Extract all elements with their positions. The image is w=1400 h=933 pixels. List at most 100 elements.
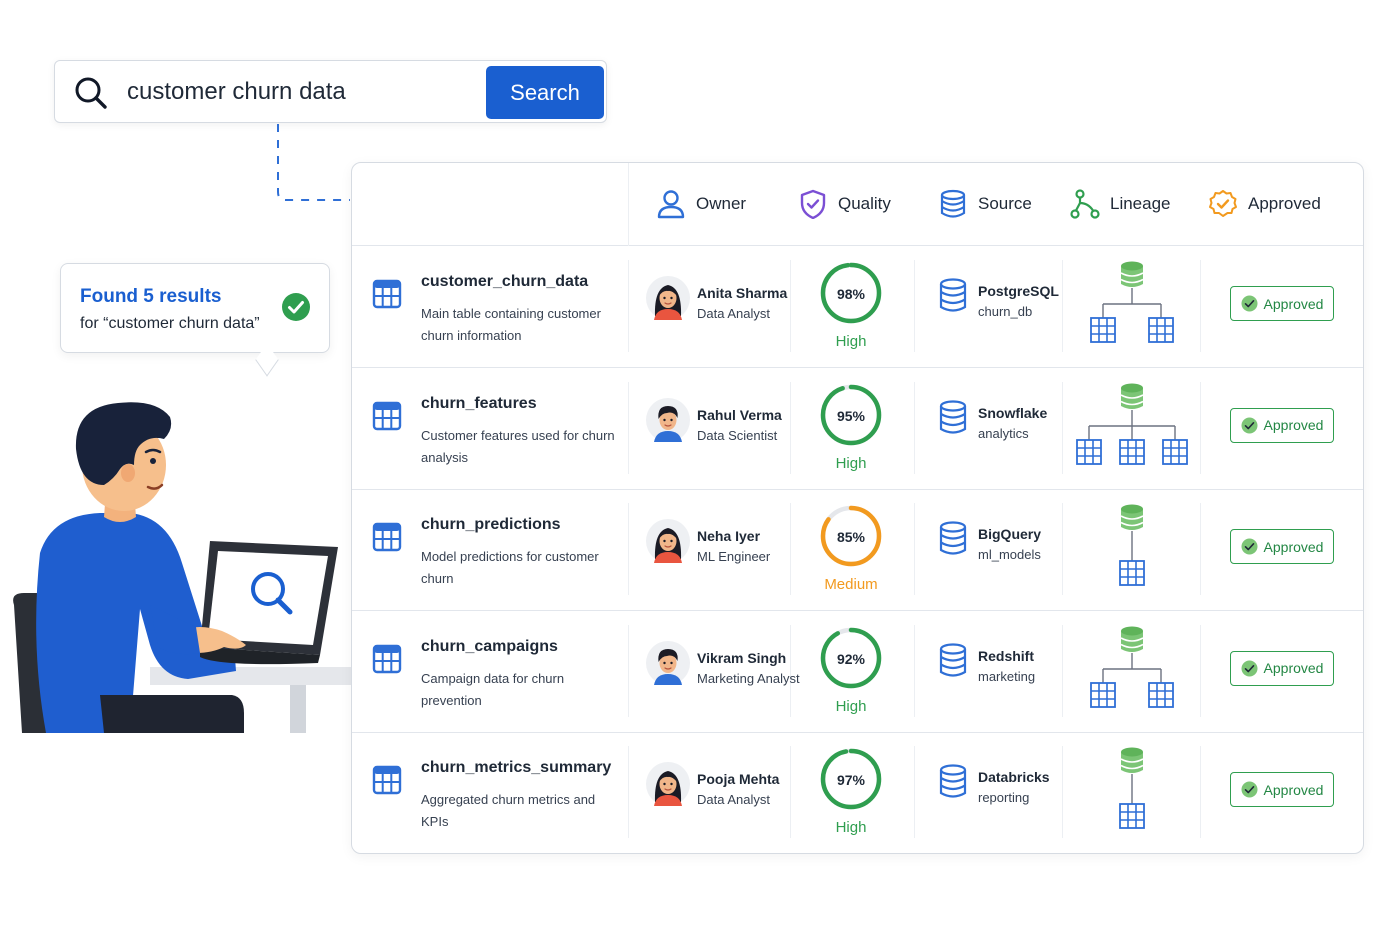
column-divider (914, 746, 915, 838)
lineage-source-node (1120, 504, 1144, 530)
quality-level: High (835, 454, 867, 472)
database-icon (940, 189, 966, 218)
column-divider (1200, 624, 1201, 717)
header-source: Source (938, 187, 1032, 221)
header-lineage: Lineage (1070, 187, 1171, 221)
owner-name: Rahul Verma (697, 406, 782, 423)
dataset-description: Customer features used for churn analysi… (421, 427, 615, 465)
column-divider (790, 503, 791, 595)
column-divider (628, 746, 629, 838)
dataset-name[interactable]: churn_campaigns (421, 638, 558, 656)
dataset-name[interactable]: customer_churn_data (421, 273, 588, 291)
results-count: Found 5 results (80, 286, 222, 307)
lineage-table-node (1162, 438, 1188, 465)
search-bar: Search (54, 60, 607, 123)
quality-level: Medium (824, 576, 878, 593)
quality-level: High (835, 333, 867, 350)
source-database: churn_db (978, 304, 1033, 319)
lineage-source-node (1120, 261, 1144, 287)
column-divider (1200, 260, 1201, 352)
dataset-description: Model predictions for customer churn (421, 549, 599, 586)
quality-percent: 85% (836, 529, 866, 545)
source-database: ml_models (978, 547, 1041, 562)
source-database: analytics (978, 425, 1029, 441)
dataset-description: Aggregated churn metrics and KPIs (421, 792, 596, 829)
column-divider (628, 503, 629, 595)
lineage-table-node (1090, 681, 1116, 708)
dataset-description: Main table containing customer churn inf… (421, 306, 601, 343)
check-circle-icon (282, 293, 310, 321)
column-divider (1200, 503, 1201, 595)
approved-label: Approved (1263, 781, 1324, 798)
lineage-diagram (1090, 261, 1174, 343)
quality-percent: 98% (836, 286, 866, 302)
dataset-description: Campaign data for churn prevention (421, 670, 565, 708)
database-icon (939, 521, 967, 555)
check-circle-icon (1241, 660, 1258, 676)
source-name: Databricks (978, 769, 1050, 785)
lineage-diagram (1119, 504, 1145, 586)
avatar (646, 397, 690, 442)
table-row[interactable]: churn_metrics_summary Aggregated churn me… (352, 732, 1363, 853)
approved-label: Approved (1263, 660, 1324, 676)
check-circle-icon (1241, 295, 1258, 312)
approved-label: Approved (1263, 417, 1324, 433)
table-row[interactable]: churn_campaigns Campaign data for churn p… (352, 611, 1363, 733)
table-row[interactable]: churn_predictions Model predictions for c… (352, 489, 1363, 611)
column-divider (1062, 624, 1063, 717)
lineage-diagram (1119, 747, 1145, 829)
approved-badge[interactable]: Approved (1230, 650, 1334, 686)
quality-percent: 92% (836, 650, 866, 667)
source-database: marketing (978, 668, 1036, 684)
table-row[interactable]: customer_churn_data Main table containing… (352, 246, 1363, 368)
quality-percent: 97% (836, 772, 866, 788)
table-icon (372, 279, 402, 309)
column-divider (1062, 503, 1063, 595)
approved-badge[interactable]: Approved (1230, 529, 1334, 564)
avatar (646, 519, 690, 563)
dataset-name[interactable]: churn_features (421, 395, 537, 413)
column-divider (1062, 746, 1063, 838)
column-divider (790, 260, 791, 352)
quality-level: High (835, 697, 867, 715)
dataset-name[interactable]: churn_predictions (421, 516, 561, 534)
table-icon (372, 522, 402, 552)
results-table: Owner Quality Source Lineage Approved cu… (351, 162, 1364, 854)
column-divider (914, 381, 915, 474)
results-bubble: Found 5 results for “customer churn data… (60, 263, 330, 377)
column-divider (1062, 381, 1063, 474)
header-owner-label: Owner (696, 194, 747, 213)
lineage-source-node (1120, 383, 1144, 409)
source-database: reporting (978, 790, 1030, 805)
bubble-tail (255, 343, 279, 377)
approved-label: Approved (1263, 295, 1324, 312)
header-source-label: Source (978, 194, 1032, 213)
column-divider (628, 260, 629, 352)
owner-role: ML Engineer (697, 549, 771, 564)
search-input[interactable] (127, 73, 467, 111)
search-icon (75, 77, 107, 109)
lineage-table-node (1090, 317, 1116, 343)
results-query: for “customer churn data” (80, 315, 260, 332)
owner-role: Data Analyst (697, 306, 770, 321)
approved-badge[interactable]: Approved (1230, 286, 1334, 321)
table-icon (372, 401, 402, 430)
column-divider (914, 503, 915, 595)
approved-badge[interactable]: Approved (1230, 772, 1334, 807)
header-quality: Quality (798, 187, 891, 221)
column-divider (914, 260, 915, 352)
header-lineage-label: Lineage (1110, 194, 1171, 213)
table-row[interactable]: churn_features Customer features used for… (352, 368, 1363, 490)
search-button[interactable]: Search (486, 66, 604, 119)
dataset-name[interactable]: churn_metrics_summary (421, 759, 611, 777)
avatar (646, 640, 690, 685)
approved-badge[interactable]: Approved (1230, 407, 1334, 443)
check-circle-icon (1241, 538, 1258, 555)
lineage-table-node (1148, 317, 1174, 343)
person-using-laptop-illustration (13, 402, 355, 733)
column-divider (628, 624, 629, 717)
lineage-table-node (1119, 438, 1145, 465)
database-icon (939, 764, 967, 798)
lineage-diagram (1090, 626, 1174, 708)
badge-check-icon (1209, 190, 1237, 217)
